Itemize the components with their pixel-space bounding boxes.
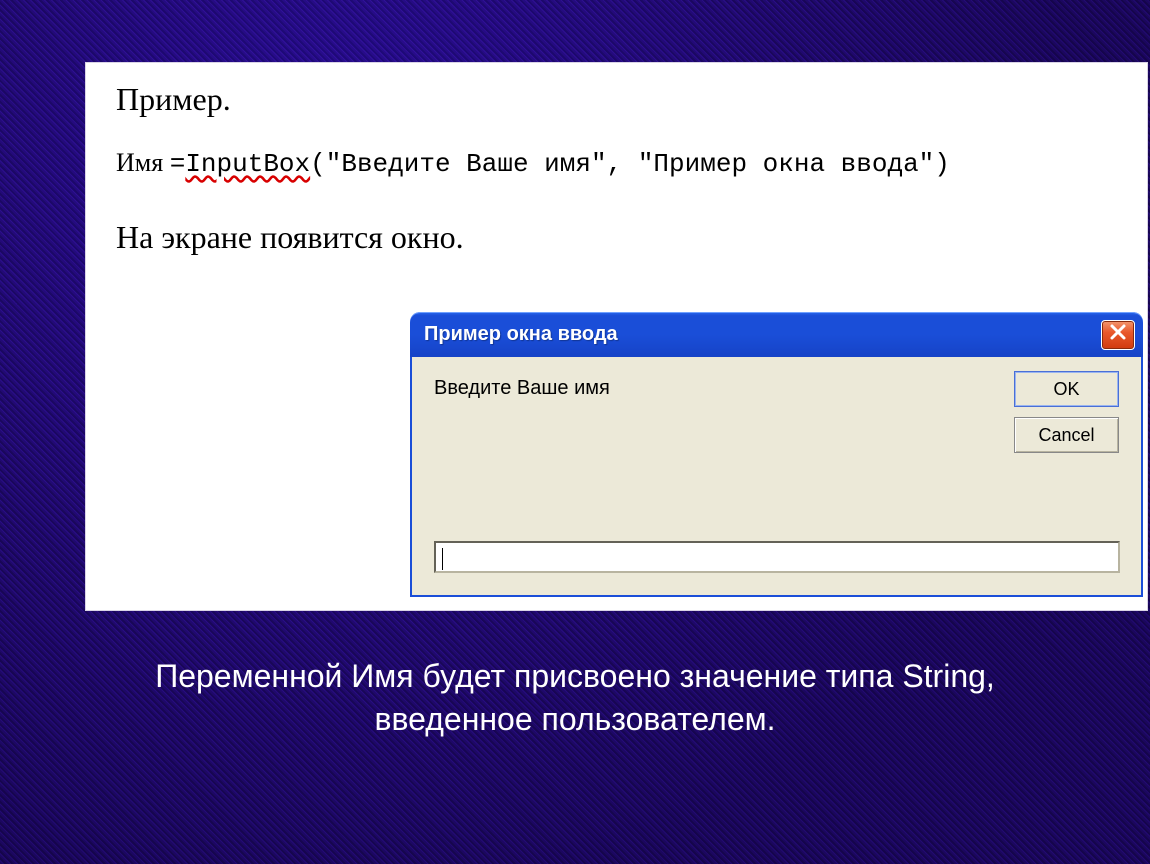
code-eq: = <box>170 149 186 179</box>
code-fn: InputBox <box>185 149 310 179</box>
inputbox-dialog: Пример окна ввода Введите Ваше имя OK Ca… <box>410 312 1143 597</box>
dialog-title: Пример окна ввода <box>424 323 1101 346</box>
cancel-button[interactable]: Cancel <box>1014 417 1119 453</box>
dialog-titlebar[interactable]: Пример окна ввода <box>410 312 1143 357</box>
code-arg1: "Введите Ваше имя" <box>326 149 607 179</box>
close-icon <box>1109 323 1127 347</box>
code-open: ( <box>310 149 326 179</box>
close-button[interactable] <box>1101 320 1135 350</box>
result-text: На экране появится окно. <box>116 219 464 256</box>
text-caret-icon <box>442 548 443 570</box>
slide-caption: Переменной Имя будет присвоено значение … <box>0 655 1150 741</box>
code-var: Имя <box>116 148 170 177</box>
ok-button[interactable]: OK <box>1014 371 1119 407</box>
dialog-prompt: Введите Ваше имя <box>434 377 610 400</box>
dialog-body: Введите Ваше имя OK Cancel <box>410 357 1143 597</box>
document-panel: Пример. Имя =InputBox("Введите Ваше имя"… <box>85 62 1148 611</box>
code-close: ) <box>934 149 950 179</box>
example-heading: Пример. <box>116 81 231 118</box>
name-input[interactable] <box>434 541 1120 573</box>
code-comma: , <box>607 149 638 179</box>
code-line: Имя =InputBox("Введите Ваше имя", "Приме… <box>116 148 950 179</box>
code-arg2: "Пример окна ввода" <box>638 149 934 179</box>
